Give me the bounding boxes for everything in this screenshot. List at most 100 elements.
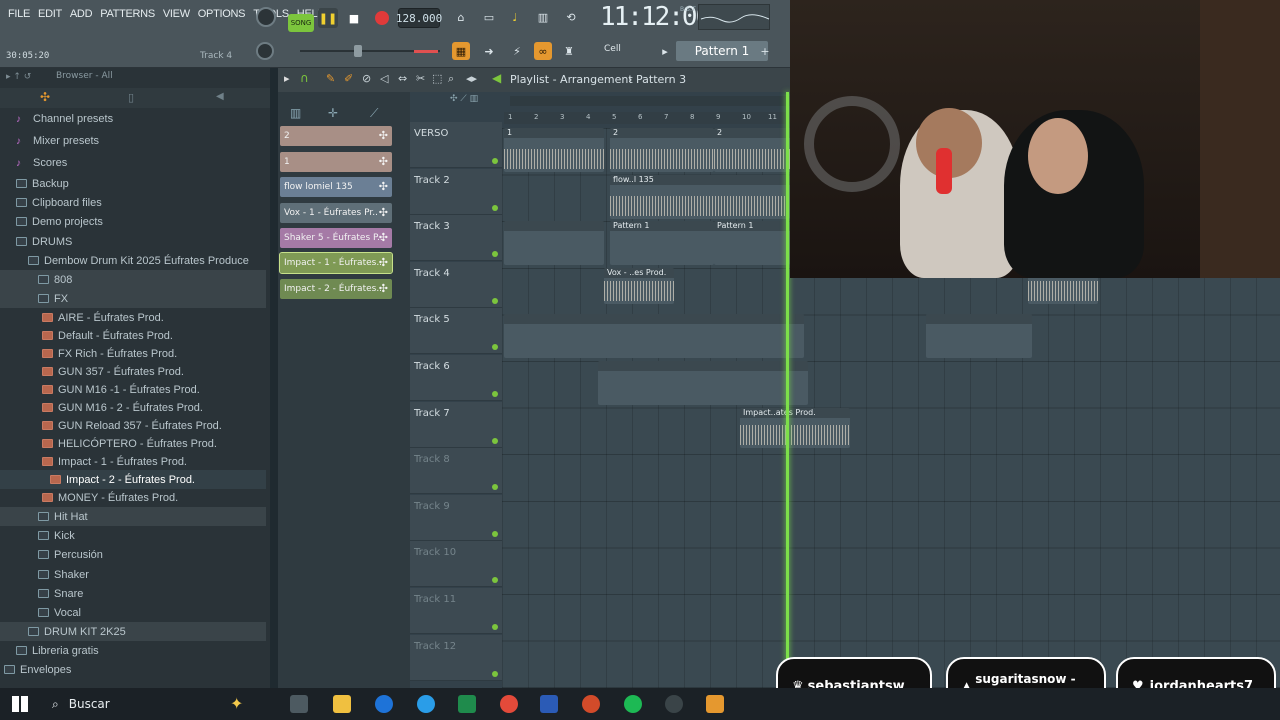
track-header[interactable]: Track 5	[410, 308, 502, 355]
stop-button[interactable]: ■	[344, 8, 364, 28]
slider-handle[interactable]	[354, 45, 362, 57]
track-enable-led[interactable]	[492, 204, 498, 211]
browser-item[interactable]: FX	[0, 289, 266, 308]
chrome-icon[interactable]	[500, 695, 518, 713]
browser-file-icon[interactable]: ▯	[128, 91, 134, 104]
browser-item[interactable]: GUN Reload 357 - Éufrates Prod.	[0, 416, 266, 435]
windows-start-icon[interactable]	[12, 696, 28, 712]
pencil-icon[interactable]: ✎	[326, 72, 335, 85]
track-header[interactable]: Track 12	[410, 634, 502, 681]
browser-item[interactable]: DRUM KIT 2K25	[0, 622, 266, 641]
add-pattern-icon[interactable]: +	[756, 42, 774, 60]
mute-icon[interactable]: ◁	[380, 72, 388, 85]
clip-source-item[interactable]: Impact - 1 - Éufrates.. ✣	[279, 252, 393, 274]
playlist-clip[interactable]: 2	[610, 128, 714, 172]
browser-collapse-icon[interactable]: ◀	[216, 91, 224, 102]
menu-add[interactable]: ADD	[66, 8, 96, 20]
playlist-pattern[interactable]: Pattern 3	[636, 73, 686, 86]
playlist-view-icon[interactable]: ▦	[452, 42, 470, 60]
playlist-clip[interactable]: Pattern 1	[714, 221, 790, 266]
browser-item[interactable]: GUN M16 -1 - Éufrates Prod.	[0, 380, 266, 399]
clip-source-item[interactable]: Vox - 1 - Éufrates Pr.. ✣	[280, 203, 392, 223]
pattern-selector[interactable]: Pattern 1	[676, 41, 768, 61]
track-header[interactable]: Track 7	[410, 401, 502, 448]
browser-item[interactable]: Dembow Drum Kit 2025 Éufrates Produce	[0, 251, 266, 270]
track-header[interactable]: Track 9	[410, 494, 502, 541]
master-volume-knob[interactable]	[256, 7, 276, 27]
browser-item[interactable]: ♪ Channel presets	[0, 109, 266, 128]
playlist-clip[interactable]: Pattern 1	[610, 221, 714, 266]
picker-pattern-icon[interactable]: ▥	[290, 106, 301, 120]
plugin-picker-icon[interactable]: ⚡	[508, 42, 526, 60]
menu-edit[interactable]: EDIT	[34, 8, 66, 20]
countdown-icon[interactable]: ♩	[506, 8, 524, 26]
clip-source-add-icon[interactable]: ✣	[379, 155, 388, 168]
playhead[interactable]	[786, 92, 789, 688]
taskbar-search[interactable]: ⌕ Buscar	[40, 688, 220, 720]
select-icon[interactable]: ⬚	[432, 72, 442, 85]
browser-item[interactable]: ♪ Scores	[0, 153, 266, 172]
track-header[interactable]: Track 11	[410, 588, 502, 634]
track-enable-led[interactable]	[492, 391, 498, 397]
browser-item[interactable]: Envelopes	[0, 660, 266, 679]
picker-automation-icon[interactable]: ⟋	[370, 106, 378, 121]
browser-item[interactable]: Demo projects	[0, 212, 266, 231]
track-header[interactable]: Track 8	[410, 448, 502, 495]
mixer-icon[interactable]: ♜	[560, 42, 578, 60]
browser-item[interactable]: Kick	[0, 526, 266, 545]
tempo-display[interactable]: 128.000	[396, 8, 442, 28]
browser-item[interactable]: FX Rich - Éufrates Prod.	[0, 344, 266, 363]
browser-item[interactable]: Default - Éufrates Prod.	[0, 326, 266, 345]
browser-item[interactable]: GUN M16 - 2 - Éufrates Prod.	[0, 398, 266, 417]
menu-patterns[interactable]: PATTERNS	[96, 8, 159, 20]
browser-item[interactable]: Libreria gratis	[0, 641, 266, 660]
browser-expand-icon[interactable]: ✣	[40, 90, 50, 104]
browser-icon[interactable]	[417, 695, 435, 713]
spotify-icon[interactable]	[624, 695, 642, 713]
clip-source-add-icon[interactable]: ✣	[379, 256, 388, 269]
track-enable-led[interactable]	[492, 530, 498, 537]
playlist-clip[interactable]	[504, 314, 804, 359]
link-icon[interactable]: ∞	[534, 42, 552, 60]
browser-item[interactable]: Vocal	[0, 603, 266, 622]
browser-item[interactable]: Percusión	[0, 545, 266, 564]
loop-record-icon[interactable]: ⟲	[562, 8, 580, 26]
playlist-clip[interactable]	[926, 314, 1032, 359]
browser-item[interactable]: Snare	[0, 584, 266, 603]
metronome-icon[interactable]: ⌂	[452, 8, 470, 26]
clip-source-item[interactable]: flow lomiel 135 ✣	[280, 177, 392, 197]
paint-icon[interactable]: ✐	[344, 72, 353, 85]
clip-source-add-icon[interactable]: ✣	[379, 206, 388, 219]
clip-source-add-icon[interactable]: ✣	[379, 282, 388, 295]
arrangement-icon[interactable]: ◀	[492, 71, 501, 85]
browser-item[interactable]: Impact - 2 - Éufrates Prod.	[0, 470, 266, 489]
zoom-icon[interactable]: ⌕	[448, 72, 454, 86]
browser-item[interactable]: ♪ Mixer presets	[0, 131, 266, 150]
playlist-clip[interactable]: 1	[504, 128, 604, 172]
browser-item[interactable]: AIRE - Éufrates Prod.	[0, 308, 266, 327]
edge-icon[interactable]	[375, 695, 393, 713]
track-enable-led[interactable]	[492, 158, 498, 164]
playback-icon[interactable]: ◂▸	[466, 72, 477, 85]
task-view-icon[interactable]	[290, 695, 308, 713]
track-header[interactable]: Track 3	[410, 215, 502, 262]
track-header[interactable]: Track 6	[410, 355, 502, 401]
browser-item[interactable]: HELICÓPTERO - Éufrates Prod.	[0, 434, 266, 453]
browser-item[interactable]: 808	[0, 270, 266, 289]
track-header[interactable]: VERSO	[410, 122, 502, 168]
word-icon[interactable]	[540, 695, 558, 713]
clip-source-item[interactable]: Shaker 5 - Éufrates P.. ✣	[280, 228, 392, 248]
master-pitch-knob[interactable]	[256, 42, 274, 60]
fl-studio-icon[interactable]	[706, 695, 724, 713]
track-header[interactable]: Track 10	[410, 541, 502, 588]
track-enable-led[interactable]	[492, 251, 498, 258]
browser-item[interactable]: Clipboard files	[0, 193, 266, 212]
playlist-clip[interactable]	[504, 221, 604, 266]
clip-source-item[interactable]: 2 ✣	[280, 126, 392, 146]
snap-select[interactable]: Cell	[604, 44, 621, 54]
track-enable-led[interactable]	[492, 670, 498, 677]
track-enable-led[interactable]	[492, 577, 498, 584]
playlist-clip[interactable]: Vox - ..es Prod.	[604, 267, 674, 304]
browser-item[interactable]: GUN 357 - Éufrates Prod.	[0, 362, 266, 381]
browser-item[interactable]: MONEY - Éufrates Prod.	[0, 488, 266, 507]
